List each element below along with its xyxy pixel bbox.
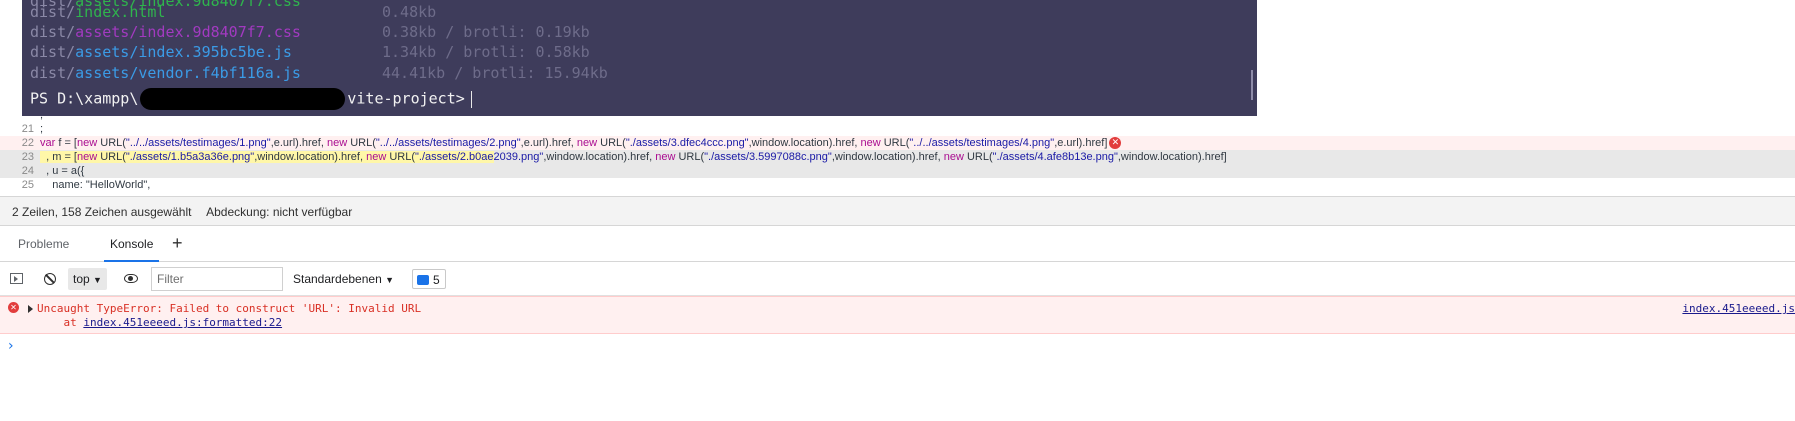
error-marker-icon[interactable]: ✕ [1109,137,1122,150]
terminal-window[interactable]: dist/assets/index.9d8407f7.css dist/inde… [22,0,1257,116]
error-message[interactable]: ✕ Uncaught TypeError: Failed to construc… [0,296,1795,334]
terminal-row: dist/index.html [30,3,166,21]
message-icon [417,274,429,285]
source-link[interactable]: index.451eeeed.js [1682,302,1795,315]
tab-probleme[interactable]: Probleme [12,226,75,262]
redaction-mark [140,88,346,110]
selection-info: 2 Zeilen, 158 Zeichen ausgewählt [12,205,192,219]
code-line-24: 24 , u = a({ [0,164,1795,178]
source-editor[interactable]: ; 21; 22var f = [new URL("../../assets/t… [0,109,1795,196]
console-toolbar: top ▼ Standardebenen ▼ 5 [0,262,1795,296]
terminal-row: dist/assets/index.395bc5be.js [30,43,292,61]
editor-status-bar: 2 Zeilen, 158 Zeichen ausgewählt Abdecku… [0,196,1795,226]
code-line-25: 25 name: "HelloWorld", [21,179,151,191]
code-line-22: 22 var f = [new URL("../../assets/testima… [0,136,1795,150]
tab-konsole[interactable]: Konsole [104,226,160,262]
log-levels-dropdown[interactable]: Standardebenen ▼ [293,262,394,296]
text-cursor [470,90,472,108]
terminal-prompt[interactable]: PS D:\xampp\ vite-project> [30,88,472,110]
console-prompt-icon[interactable]: › [8,338,14,354]
stack-frame-link[interactable]: index.451eeeed.js:formatted:22 [83,316,282,329]
filter-input[interactable] [151,267,283,291]
issues-counter-button[interactable]: 5 [412,269,446,289]
terminal-row: dist/assets/index.9d8407f7.css [30,23,301,41]
context-select[interactable]: top ▼ [68,268,107,290]
drawer-tabs: Probleme Konsole + [0,226,1795,262]
coverage-info: Abdeckung: nicht verfügbar [206,205,353,219]
terminal-scrollbar[interactable] [1251,70,1253,100]
terminal-row: dist/assets/vendor.f4bf116a.js [30,64,301,82]
add-tab-icon[interactable]: + [172,232,183,254]
expand-triangle-icon[interactable] [28,305,33,313]
chevron-down-icon: ▼ [385,275,395,285]
show-sidebar-icon[interactable] [10,273,23,284]
code-line-21: 21; [21,123,44,135]
error-icon: ✕ [8,302,19,313]
live-expression-eye-icon[interactable] [124,274,138,283]
code-line-23: 23 , m = [new URL("./assets/1.b5a3a36e.p… [0,150,1795,164]
console-output: ✕ Uncaught TypeError: Failed to construc… [0,296,1795,421]
clear-console-icon[interactable] [44,273,56,285]
chevron-down-icon: ▼ [93,275,102,285]
